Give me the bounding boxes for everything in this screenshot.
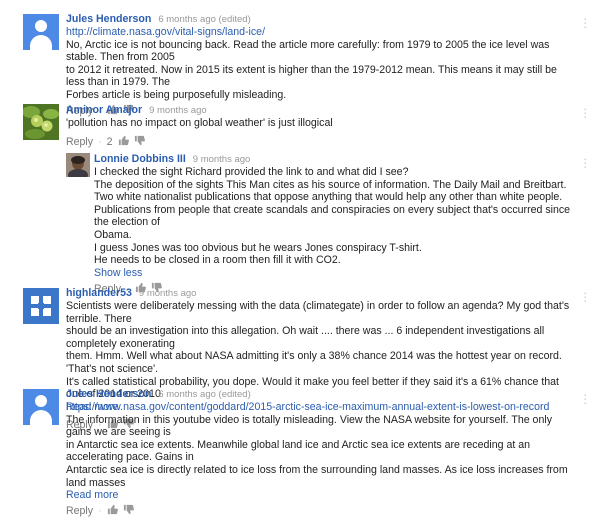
read-more-link[interactable]: Read more xyxy=(66,489,571,502)
avatar[interactable] xyxy=(23,389,59,425)
comment-author[interactable]: Lonnie Dobbins III xyxy=(94,153,186,165)
comment-author[interactable]: Jules Henderson xyxy=(66,388,151,400)
reply-button[interactable]: Reply xyxy=(66,136,93,149)
comment-time[interactable]: 6 months ago (edited) xyxy=(158,389,250,400)
more-vertical-icon[interactable]: · · · xyxy=(583,152,587,173)
reply-button[interactable]: Reply xyxy=(66,505,93,518)
thumbs-down-icon[interactable] xyxy=(123,504,134,519)
comment-text: I checked the sight Richard provided the… xyxy=(94,166,571,267)
comment-time[interactable]: 9 months ago xyxy=(149,105,207,116)
avatar[interactable] xyxy=(66,153,90,177)
comment: Jules Henderson 6 months ago (edited) ht… xyxy=(0,0,601,517)
comment-actions: Reply · 2 xyxy=(66,135,571,150)
avatar[interactable] xyxy=(23,104,59,140)
comment-text: Scientists were deliberately messing wit… xyxy=(66,300,570,401)
comment-link[interactable]: https://www.nasa.gov/content/goddard/201… xyxy=(66,401,571,414)
reply-count[interactable]: 2 xyxy=(107,136,113,149)
comment-text: 'pollution has no impact on global weath… xyxy=(66,117,333,129)
comment-time[interactable]: 9 months ago xyxy=(139,288,197,299)
comment-author[interactable]: highlander53 xyxy=(66,287,132,299)
comment-body: Aminor Amajor 9 months ago 'pollution ha… xyxy=(66,104,571,149)
thumbs-up-icon[interactable] xyxy=(107,504,118,519)
comment-text: The information in this youtube video is… xyxy=(66,413,568,489)
more-vertical-icon[interactable]: · · · xyxy=(583,388,587,409)
thumbs-up-icon[interactable] xyxy=(118,135,129,150)
comment-actions: Reply · xyxy=(66,504,571,519)
comment-text: No, Arctic ice is not bouncing back. Rea… xyxy=(66,38,557,101)
comment-author[interactable]: Aminor Amajor xyxy=(66,104,142,116)
show-less-link[interactable]: Show less xyxy=(94,267,571,280)
comment-body: Lonnie Dobbins III 9 months ago I checke… xyxy=(94,153,571,295)
comment-time[interactable]: 9 months ago xyxy=(193,154,251,165)
more-vertical-icon[interactable]: · · · xyxy=(583,102,587,123)
comment-body: Jules Henderson 6 months ago (edited) ht… xyxy=(66,388,571,518)
thumbs-down-icon[interactable] xyxy=(134,135,145,150)
avatar[interactable] xyxy=(23,288,59,324)
more-vertical-icon[interactable]: · · · xyxy=(583,286,587,307)
